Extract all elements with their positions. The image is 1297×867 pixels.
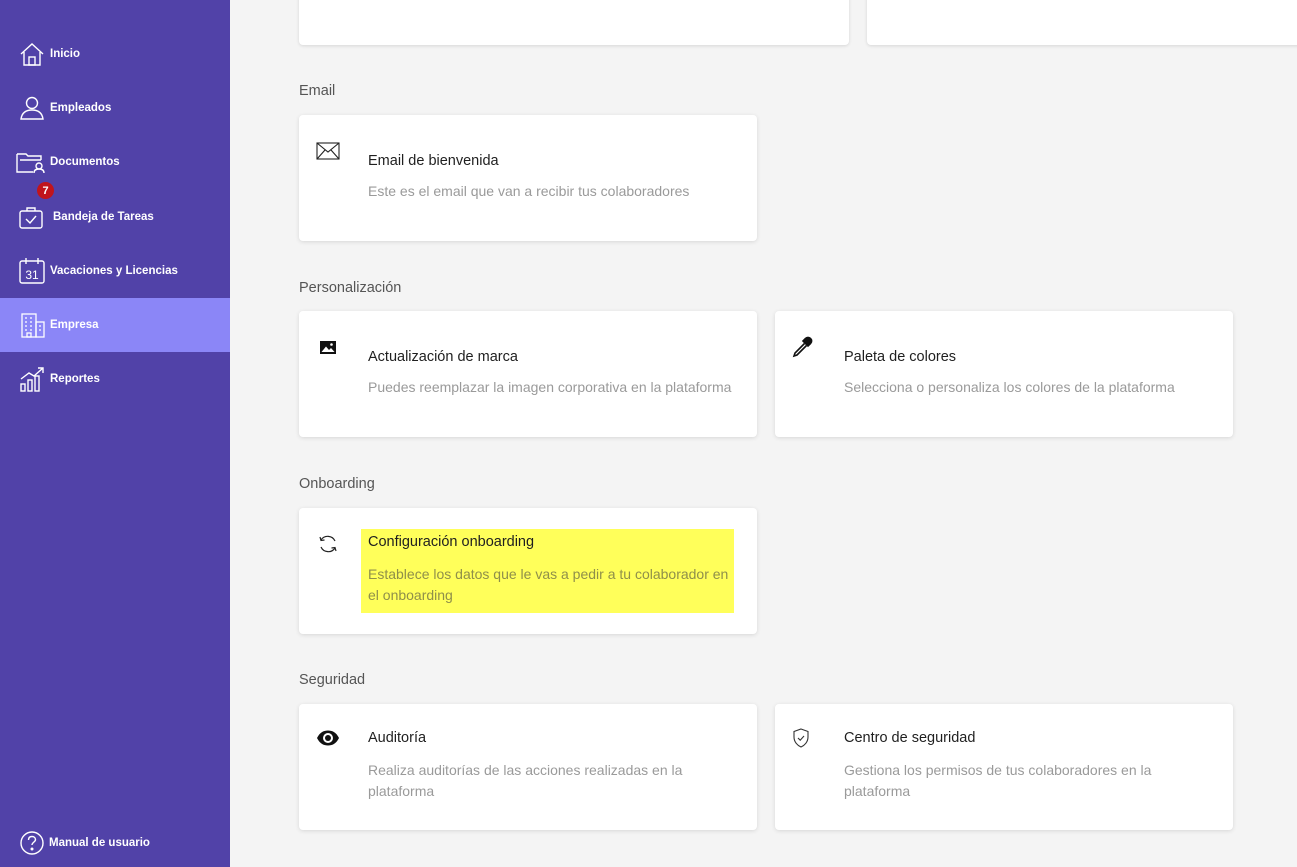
- card-description-line-2: plataforma: [844, 783, 911, 799]
- task-bag-icon: [17, 202, 47, 232]
- card-description-line-2: el onboarding: [368, 587, 453, 603]
- user-icon: [17, 93, 47, 123]
- sidebar-item-label: Bandeja de Tareas: [53, 211, 154, 223]
- section-title-email: Email: [299, 83, 336, 99]
- card-paleta-de-colores[interactable]: Paleta de colores Selecciona o personali…: [775, 311, 1233, 437]
- card-description-line-1: Realiza auditorías de las acciones reali…: [368, 762, 683, 778]
- user-manual-label: Manual de usuario: [49, 837, 150, 849]
- eye-icon: [316, 726, 340, 750]
- help-icon: [19, 830, 45, 856]
- envelope-icon: [316, 139, 340, 163]
- sidebar-item-label: Reportes: [50, 373, 100, 385]
- card-title: Auditoría: [368, 730, 427, 746]
- sidebar-item-empleados[interactable]: Empleados: [0, 81, 230, 135]
- chart-icon: [17, 364, 47, 394]
- sidebar: Inicio Empleados Documentos 7 Bandeja de…: [0, 0, 230, 867]
- card-auditoria[interactable]: Auditoría Realiza auditorías de las acci…: [299, 704, 757, 830]
- card-description-line-2: plataforma: [368, 783, 435, 799]
- sidebar-item-label: Documentos: [50, 156, 120, 168]
- card-actualizacion-de-marca[interactable]: Actualización de marca Puedes reemplazar…: [299, 311, 757, 437]
- home-icon: [17, 39, 47, 69]
- notification-badge: 7: [37, 182, 54, 199]
- card-description-line-1: Establece los datos que le vas a pedir a…: [368, 566, 729, 582]
- card-email-de-bienvenida[interactable]: Email de bienvenida Este es el email que…: [299, 115, 757, 241]
- sidebar-item-bandeja-de-tareas[interactable]: 7 Bandeja de Tareas: [0, 182, 230, 244]
- card-title: Centro de seguridad: [844, 730, 976, 746]
- calendar-day: 31: [25, 268, 39, 282]
- section-title-personalizacion: Personalización: [299, 280, 402, 296]
- image-icon: [316, 337, 340, 361]
- sidebar-item-label: Vacaciones y Licencias: [50, 265, 178, 277]
- card-title: Configuración onboarding: [368, 534, 535, 550]
- sidebar-item-vacaciones-y-licencias[interactable]: 31 Vacaciones y Licencias: [0, 244, 230, 298]
- sidebar-item-label: Inicio: [50, 48, 81, 60]
- card-centro-de-seguridad[interactable]: Centro de seguridad Gestiona los permiso…: [775, 704, 1233, 830]
- sidebar-item-documentos[interactable]: Documentos: [0, 135, 230, 189]
- user-manual-link[interactable]: Manual de usuario: [0, 818, 230, 867]
- card-title: Email de bienvenida: [368, 153, 499, 169]
- card-description: Selecciona o personaliza los colores de …: [844, 379, 1175, 395]
- section-title-seguridad: Seguridad: [299, 672, 366, 688]
- card-description-line-1: Gestiona los permisos de tus colaborador…: [844, 762, 1152, 778]
- card[interactable]: [299, 0, 849, 45]
- card[interactable]: [867, 0, 1297, 45]
- sidebar-item-inicio[interactable]: Inicio: [0, 27, 230, 81]
- card-description: Este es el email que van a recibir tus c…: [368, 183, 690, 199]
- card-description: Puedes reemplazar la imagen corporativa …: [368, 379, 732, 395]
- folder-user-icon: [15, 147, 45, 177]
- sidebar-item-empresa[interactable]: Empresa: [0, 298, 230, 352]
- shield-check-icon: [789, 726, 813, 750]
- building-icon: [17, 310, 47, 340]
- eyedropper-icon: [790, 335, 814, 359]
- card-title: Paleta de colores: [844, 349, 957, 365]
- sidebar-item-reportes[interactable]: Reportes: [0, 352, 230, 406]
- main-content: Email Email de bienvenida Este es el ema…: [230, 0, 1297, 867]
- sidebar-item-label: Empresa: [50, 319, 99, 331]
- calendar-icon: 31: [17, 256, 47, 286]
- refresh-icon: [316, 532, 340, 556]
- card-configuracion-onboarding[interactable]: Configuración onboarding Establece los d…: [299, 508, 757, 634]
- sidebar-item-label: Empleados: [50, 102, 112, 114]
- card-title: Actualización de marca: [368, 349, 518, 365]
- section-title-onboarding: Onboarding: [299, 476, 375, 492]
